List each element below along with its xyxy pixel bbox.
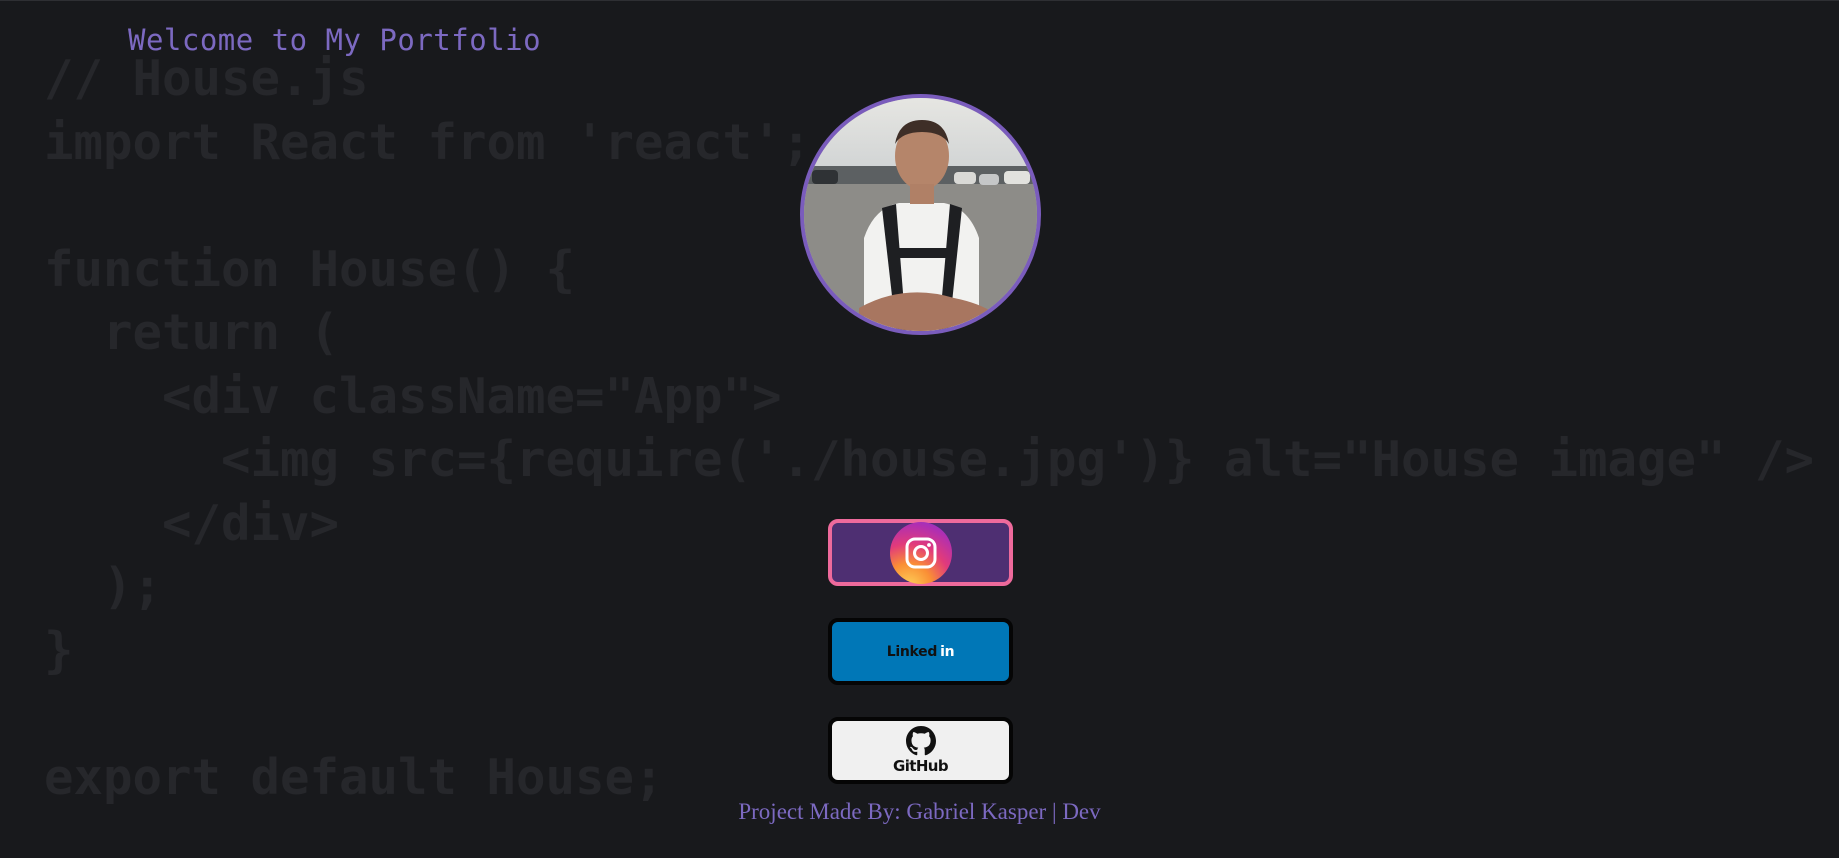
instagram-icon [889, 521, 952, 584]
avatar [800, 94, 1041, 335]
profile-photo [804, 98, 1037, 331]
github-button[interactable]: GitHub [828, 717, 1013, 784]
instagram-button[interactable] [828, 519, 1013, 586]
linkedin-button[interactable]: Linked in [828, 618, 1013, 685]
linkedin-label: Linked [886, 643, 938, 660]
linkedin-logo: Linked in [887, 644, 955, 660]
footer-credit: Project Made By: Gabriel Kasper | Dev [738, 799, 1101, 824]
page-title: Welcome to My Portfolio [128, 23, 542, 57]
github-label: GitHub [893, 757, 949, 775]
linkedin-in-label: in [940, 643, 955, 660]
github-icon [905, 726, 936, 756]
